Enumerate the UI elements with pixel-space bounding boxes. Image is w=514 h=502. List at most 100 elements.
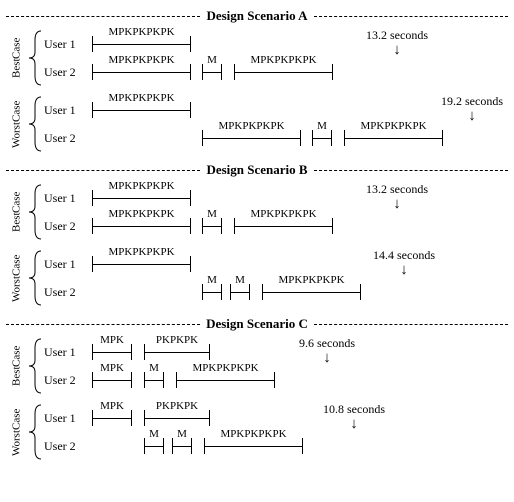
scenario: Design Scenario ABestCaseUser 1MPKPKPKPK… xyxy=(6,8,508,152)
segment-label: PKPKPK xyxy=(145,400,209,412)
segment: MPKPKPKPK xyxy=(92,64,191,80)
segment-label: M xyxy=(203,54,221,66)
segment: MPKPKPKPK xyxy=(92,218,191,234)
timeline: MPKPKPKPKMMPKPKPKPK xyxy=(92,124,508,152)
time-annotation: 14.4 seconds↓ xyxy=(373,248,435,276)
segment: M xyxy=(202,64,222,80)
segment-label: M xyxy=(231,274,249,286)
segment: MPKPKPKPK xyxy=(92,36,191,52)
segment: PKPKPK xyxy=(144,344,210,360)
segment-label: PKPKPK xyxy=(145,334,209,346)
rows: User 1MPKPKPKPK10.8 seconds↓User 2MMMPKP… xyxy=(42,404,508,460)
segment: MPKPKPKPK xyxy=(202,130,301,146)
user-label: User 1 xyxy=(44,411,92,426)
rows: User 1MPKPKPKPK14.4 seconds↓User 2MMMPKP… xyxy=(42,250,508,306)
down-arrow-icon: ↓ xyxy=(400,264,408,276)
user-label: User 2 xyxy=(44,285,92,300)
case-label: WorstCase xyxy=(6,404,28,460)
dash-line xyxy=(314,16,508,17)
user-row: User 2MPKPKPKPKMMPKPKPKPK xyxy=(44,58,508,86)
time-annotation: 13.2 seconds↓ xyxy=(366,182,428,210)
segment-label: M xyxy=(145,362,163,374)
timeline: MPKPKPKPK19.2 seconds↓ xyxy=(92,96,508,124)
rows: User 1MPKPKPKPK19.2 seconds↓User 2MPKPKP… xyxy=(42,96,508,152)
rows: User 1MPKPKPKPK13.2 seconds↓User 2MPKPKP… xyxy=(42,184,508,240)
down-arrow-icon: ↓ xyxy=(350,418,358,430)
case-block: BestCaseUser 1MPKPKPKPK9.6 seconds↓User … xyxy=(6,338,508,394)
time-label: 13.2 seconds xyxy=(366,28,428,43)
dash-line xyxy=(6,170,200,171)
time-annotation: 10.8 seconds↓ xyxy=(323,402,385,430)
dash-line xyxy=(6,16,200,17)
segment: MPKPKPKPK xyxy=(234,218,333,234)
segment-label: M xyxy=(203,208,221,220)
scenario: Design Scenario CBestCaseUser 1MPKPKPKPK… xyxy=(6,316,508,460)
down-arrow-icon: ↓ xyxy=(393,44,401,56)
segment: MPKPKPKPK xyxy=(262,284,361,300)
user-row: User 2MPKPKPKPKMMPKPKPKPK xyxy=(44,212,508,240)
dash-line xyxy=(6,324,200,325)
down-arrow-icon: ↓ xyxy=(323,352,331,364)
segment: MPKPKPKPK xyxy=(204,438,303,454)
segment-label: M xyxy=(173,428,191,440)
segment: M xyxy=(312,130,332,146)
case-block: BestCaseUser 1MPKPKPKPK13.2 seconds↓User… xyxy=(6,30,508,86)
segment-label: M xyxy=(313,120,331,132)
timeline: MMMPKPKPKPK xyxy=(92,278,508,306)
dash-line xyxy=(314,324,508,325)
segment: MPKPKPKPK xyxy=(176,372,275,388)
case-label: BestCase xyxy=(6,338,28,394)
brace-icon xyxy=(28,96,42,152)
user-row: User 2MPKMMPKPKPKPK xyxy=(44,366,508,394)
user-label: User 1 xyxy=(44,257,92,272)
brace-icon xyxy=(28,184,42,240)
case-block: WorstCaseUser 1MPKPKPKPK14.4 seconds↓Use… xyxy=(6,250,508,306)
segment-label: MPKPKPKPK xyxy=(93,246,190,258)
timeline: MMMPKPKPKPK xyxy=(92,432,508,460)
segment-label: MPKPKPKPK xyxy=(93,180,190,192)
segment-label: MPKPKPKPK xyxy=(235,208,332,220)
dash-line xyxy=(314,170,508,171)
segment-label: M xyxy=(145,428,163,440)
case-label: BestCase xyxy=(6,184,28,240)
brace-icon xyxy=(28,404,42,460)
section-header: Design Scenario B xyxy=(6,162,508,178)
case-block: WorstCase User 1MPKPKPKPK19.2 seconds↓Use… xyxy=(6,96,508,152)
segment-label: MPKPKPKPK xyxy=(345,120,442,132)
segment-label: MPKPKPKPK xyxy=(263,274,360,286)
segment-label: MPKPKPKPK xyxy=(205,428,302,440)
time-annotation: 13.2 seconds↓ xyxy=(366,28,428,56)
section-title: Design Scenario C xyxy=(200,316,314,332)
time-label: 13.2 seconds xyxy=(366,182,428,197)
time-label: 10.8 seconds xyxy=(323,402,385,417)
user-label: User 2 xyxy=(44,65,92,80)
segment: M xyxy=(144,372,164,388)
segment: PKPKPK xyxy=(144,410,210,426)
case-block: BestCaseUser 1MPKPKPKPK13.2 seconds↓User… xyxy=(6,184,508,240)
segment: M xyxy=(172,438,192,454)
segment: MPK xyxy=(92,372,132,388)
timeline: MPKPKPKPKMMPKPKPKPK xyxy=(92,58,508,86)
time-annotation: 19.2 seconds↓ xyxy=(441,94,503,122)
section-title: Design Scenario B xyxy=(200,162,313,178)
user-label: User 2 xyxy=(44,219,92,234)
case-label: WorstCase xyxy=(6,96,28,152)
segment-label: MPKPKPKPK xyxy=(203,120,300,132)
brace-icon xyxy=(28,30,42,86)
timeline: MPKPKPKPKMMPKPKPKPK xyxy=(92,212,508,240)
section-header: Design Scenario C xyxy=(6,316,508,332)
case-label: WorstCase xyxy=(6,250,28,306)
user-label: User 2 xyxy=(44,439,92,454)
segment-label: MPKPKPKPK xyxy=(93,208,190,220)
user-row: User 2MPKPKPKPKMMPKPKPKPK xyxy=(44,124,508,152)
down-arrow-icon: ↓ xyxy=(393,198,401,210)
time-annotation: 9.6 seconds↓ xyxy=(299,336,355,364)
user-label: User 1 xyxy=(44,345,92,360)
segment-label: MPKPKPKPK xyxy=(93,92,190,104)
time-label: 9.6 seconds xyxy=(299,336,355,351)
section-header: Design Scenario A xyxy=(6,8,508,24)
user-row: User 2MMMPKPKPKPK xyxy=(44,278,508,306)
diagram-root: Design Scenario ABestCaseUser 1MPKPKPKPK… xyxy=(6,8,508,460)
user-label: User 1 xyxy=(44,37,92,52)
user-row: User 2MMMPKPKPKPK xyxy=(44,432,508,460)
